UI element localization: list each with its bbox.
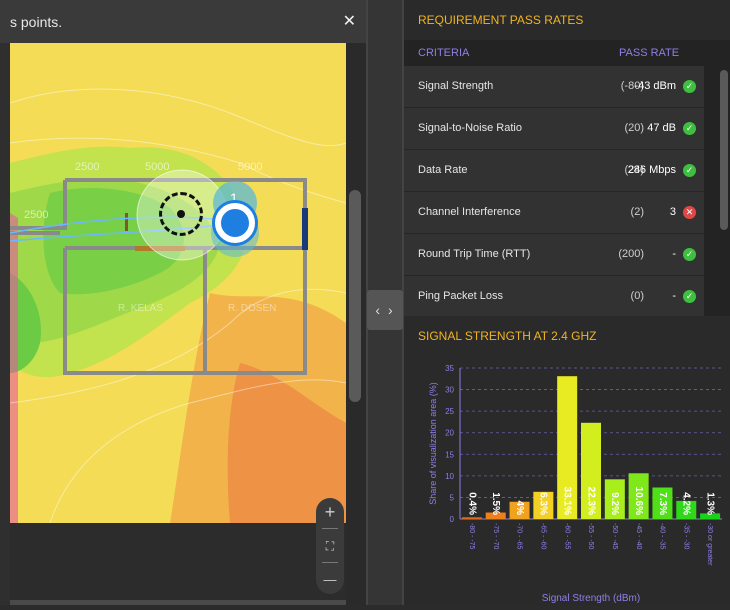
- y-tick-label: 15: [445, 450, 454, 459]
- bar-value-label: 0.4%: [466, 492, 477, 515]
- requirement-row[interactable]: Signal Strength (-80) -43 dBm ✓: [404, 66, 704, 108]
- bar-value-label: 1.3%: [704, 492, 715, 515]
- bar-value-label: 6.3%: [538, 492, 549, 515]
- bar-value-label: 10.6%: [633, 487, 644, 515]
- fail-icon: ✕: [683, 206, 696, 219]
- map-title: s points.: [10, 14, 63, 30]
- x-axis-label: Signal Strength (dBm): [542, 593, 640, 604]
- bar-value-label: 22.3%: [585, 487, 596, 515]
- requirement-row[interactable]: Round Trip Time (RTT) (200) - ✓: [404, 234, 704, 276]
- x-tick-label: -50 - -45: [611, 523, 618, 550]
- x-tick-label: -35 - -30: [682, 523, 689, 550]
- zoom-out-button[interactable]: —: [316, 566, 344, 594]
- y-tick-label: 10: [445, 472, 454, 481]
- x-tick-label: -75 - -70: [492, 523, 499, 550]
- room-label: R. DOSEN: [228, 303, 276, 314]
- contour-label: 2500: [24, 209, 48, 221]
- chart-svg: 0 5 10 15 20 25 30 35 0.4% -80 - -75 1.5% -75 - -70…: [428, 364, 722, 604]
- x-tick-label: -30 or greater: [706, 523, 713, 566]
- criteria-label: Channel Interference: [418, 206, 521, 218]
- y-tick-label: 5: [450, 493, 455, 502]
- analysis-panel: REQUIREMENT PASS RATES CRITERIA PASS RAT…: [404, 0, 730, 605]
- x-tick-label: -55 - -50: [587, 523, 594, 550]
- floorplan-panel: s points. ✕ 2500 5000 5000 2500 R. KELAS…: [0, 0, 366, 605]
- zoom-fit-button[interactable]: ⛶: [316, 532, 344, 560]
- x-tick-label: -60 - -55: [563, 523, 570, 550]
- heatmap-svg: 2500 5000 5000 2500 R. KELAS R. DOSEN 1: [10, 43, 346, 523]
- measured-value: -: [672, 290, 676, 302]
- measured-value: 286 Mbps: [627, 164, 676, 176]
- measured-value: 47 dB: [647, 122, 676, 134]
- x-tick-label: -65 - -60: [540, 523, 547, 550]
- close-icon[interactable]: ✕: [343, 11, 356, 31]
- y-tick-label: 20: [445, 429, 454, 438]
- bar-value-label: 7.3%: [657, 492, 668, 515]
- collapse-toggle-button[interactable]: ‹ ›: [367, 290, 403, 330]
- requirement-row[interactable]: Data Rate (24) 286 Mbps ✓: [404, 150, 704, 192]
- check-icon: ✓: [683, 164, 696, 177]
- measured-value: -43 dBm: [634, 80, 676, 92]
- contour-label: 5000: [238, 161, 262, 173]
- y-axis-label: Share of visualization area (%): [428, 382, 438, 505]
- criteria-label: Data Rate: [418, 164, 468, 176]
- access-point-icon[interactable]: [215, 203, 255, 243]
- map-header: s points. ✕: [0, 0, 366, 43]
- bar-value-label: 33.1%: [562, 487, 573, 515]
- criteria-label: Signal Strength: [418, 80, 494, 92]
- criteria-label: Ping Packet Loss: [418, 290, 503, 302]
- requirement-row[interactable]: Channel Interference (2) 3 ✕: [404, 192, 704, 234]
- map-empty-area: [10, 523, 346, 600]
- requirements-title: REQUIREMENT PASS RATES: [404, 0, 730, 40]
- bar-value-label: 4%: [514, 501, 525, 516]
- requirements-header: CRITERIA PASS RATE: [404, 42, 730, 64]
- map-vertical-scrollbar[interactable]: [349, 190, 361, 402]
- measured-value: 3: [669, 206, 676, 218]
- map-horizontal-scrollbar[interactable]: [10, 600, 346, 605]
- contour-label: 5000: [145, 161, 169, 173]
- y-tick-label: 35: [445, 364, 454, 373]
- x-tick-label: -80 - -75: [468, 523, 475, 550]
- criteria-column-header: CRITERIA: [418, 47, 470, 59]
- y-tick-label: 25: [445, 407, 454, 416]
- requirement-row[interactable]: Signal-to-Noise Ratio (20) 47 dB ✓: [404, 108, 704, 150]
- pass-rate-column-header: PASS RATE: [619, 47, 680, 59]
- check-icon: ✓: [683, 290, 696, 303]
- signal-strength-chart: 0 5 10 15 20 25 30 35 0.4% -80 - -75 1.5% -75 - -70…: [404, 356, 730, 605]
- room-label: R. KELAS: [118, 303, 163, 314]
- bar-value-label: 1.5%: [490, 492, 501, 515]
- bar-value-label: 4.2%: [681, 492, 692, 515]
- x-tick-label: -70 - -65: [516, 523, 523, 550]
- x-tick-label: -45 - -40: [635, 523, 642, 550]
- check-icon: ✓: [683, 248, 696, 261]
- y-tick-label: 30: [445, 386, 454, 395]
- bar-value-label: 9.2%: [609, 492, 620, 515]
- criteria-label: Signal-to-Noise Ratio: [418, 122, 522, 134]
- criteria-label: Round Trip Time (RTT): [418, 248, 531, 260]
- threshold-value: (2): [630, 206, 644, 218]
- check-icon: ✓: [683, 80, 696, 93]
- threshold-value: (0): [630, 290, 644, 302]
- bar: [461, 517, 482, 519]
- x-tick-label: -40 - -35: [659, 523, 666, 550]
- measurement-point-icon[interactable]: [159, 192, 203, 236]
- y-tick-label: 0: [450, 515, 455, 524]
- chart-title: SIGNAL STRENGTH AT 2.4 GHZ: [404, 316, 730, 356]
- measured-value: -: [672, 248, 676, 260]
- threshold-value: (200): [618, 248, 644, 260]
- heatmap-canvas[interactable]: 2500 5000 5000 2500 R. KELAS R. DOSEN 1: [10, 43, 346, 523]
- contour-label: 2500: [75, 161, 99, 173]
- requirement-row[interactable]: Ping Packet Loss (0) - ✓: [404, 276, 704, 318]
- zoom-in-button[interactable]: +: [316, 498, 344, 526]
- requirements-scrollbar[interactable]: [720, 70, 728, 230]
- threshold-value: (20): [624, 122, 644, 134]
- zoom-control: + ⛶ —: [316, 498, 344, 594]
- check-icon: ✓: [683, 122, 696, 135]
